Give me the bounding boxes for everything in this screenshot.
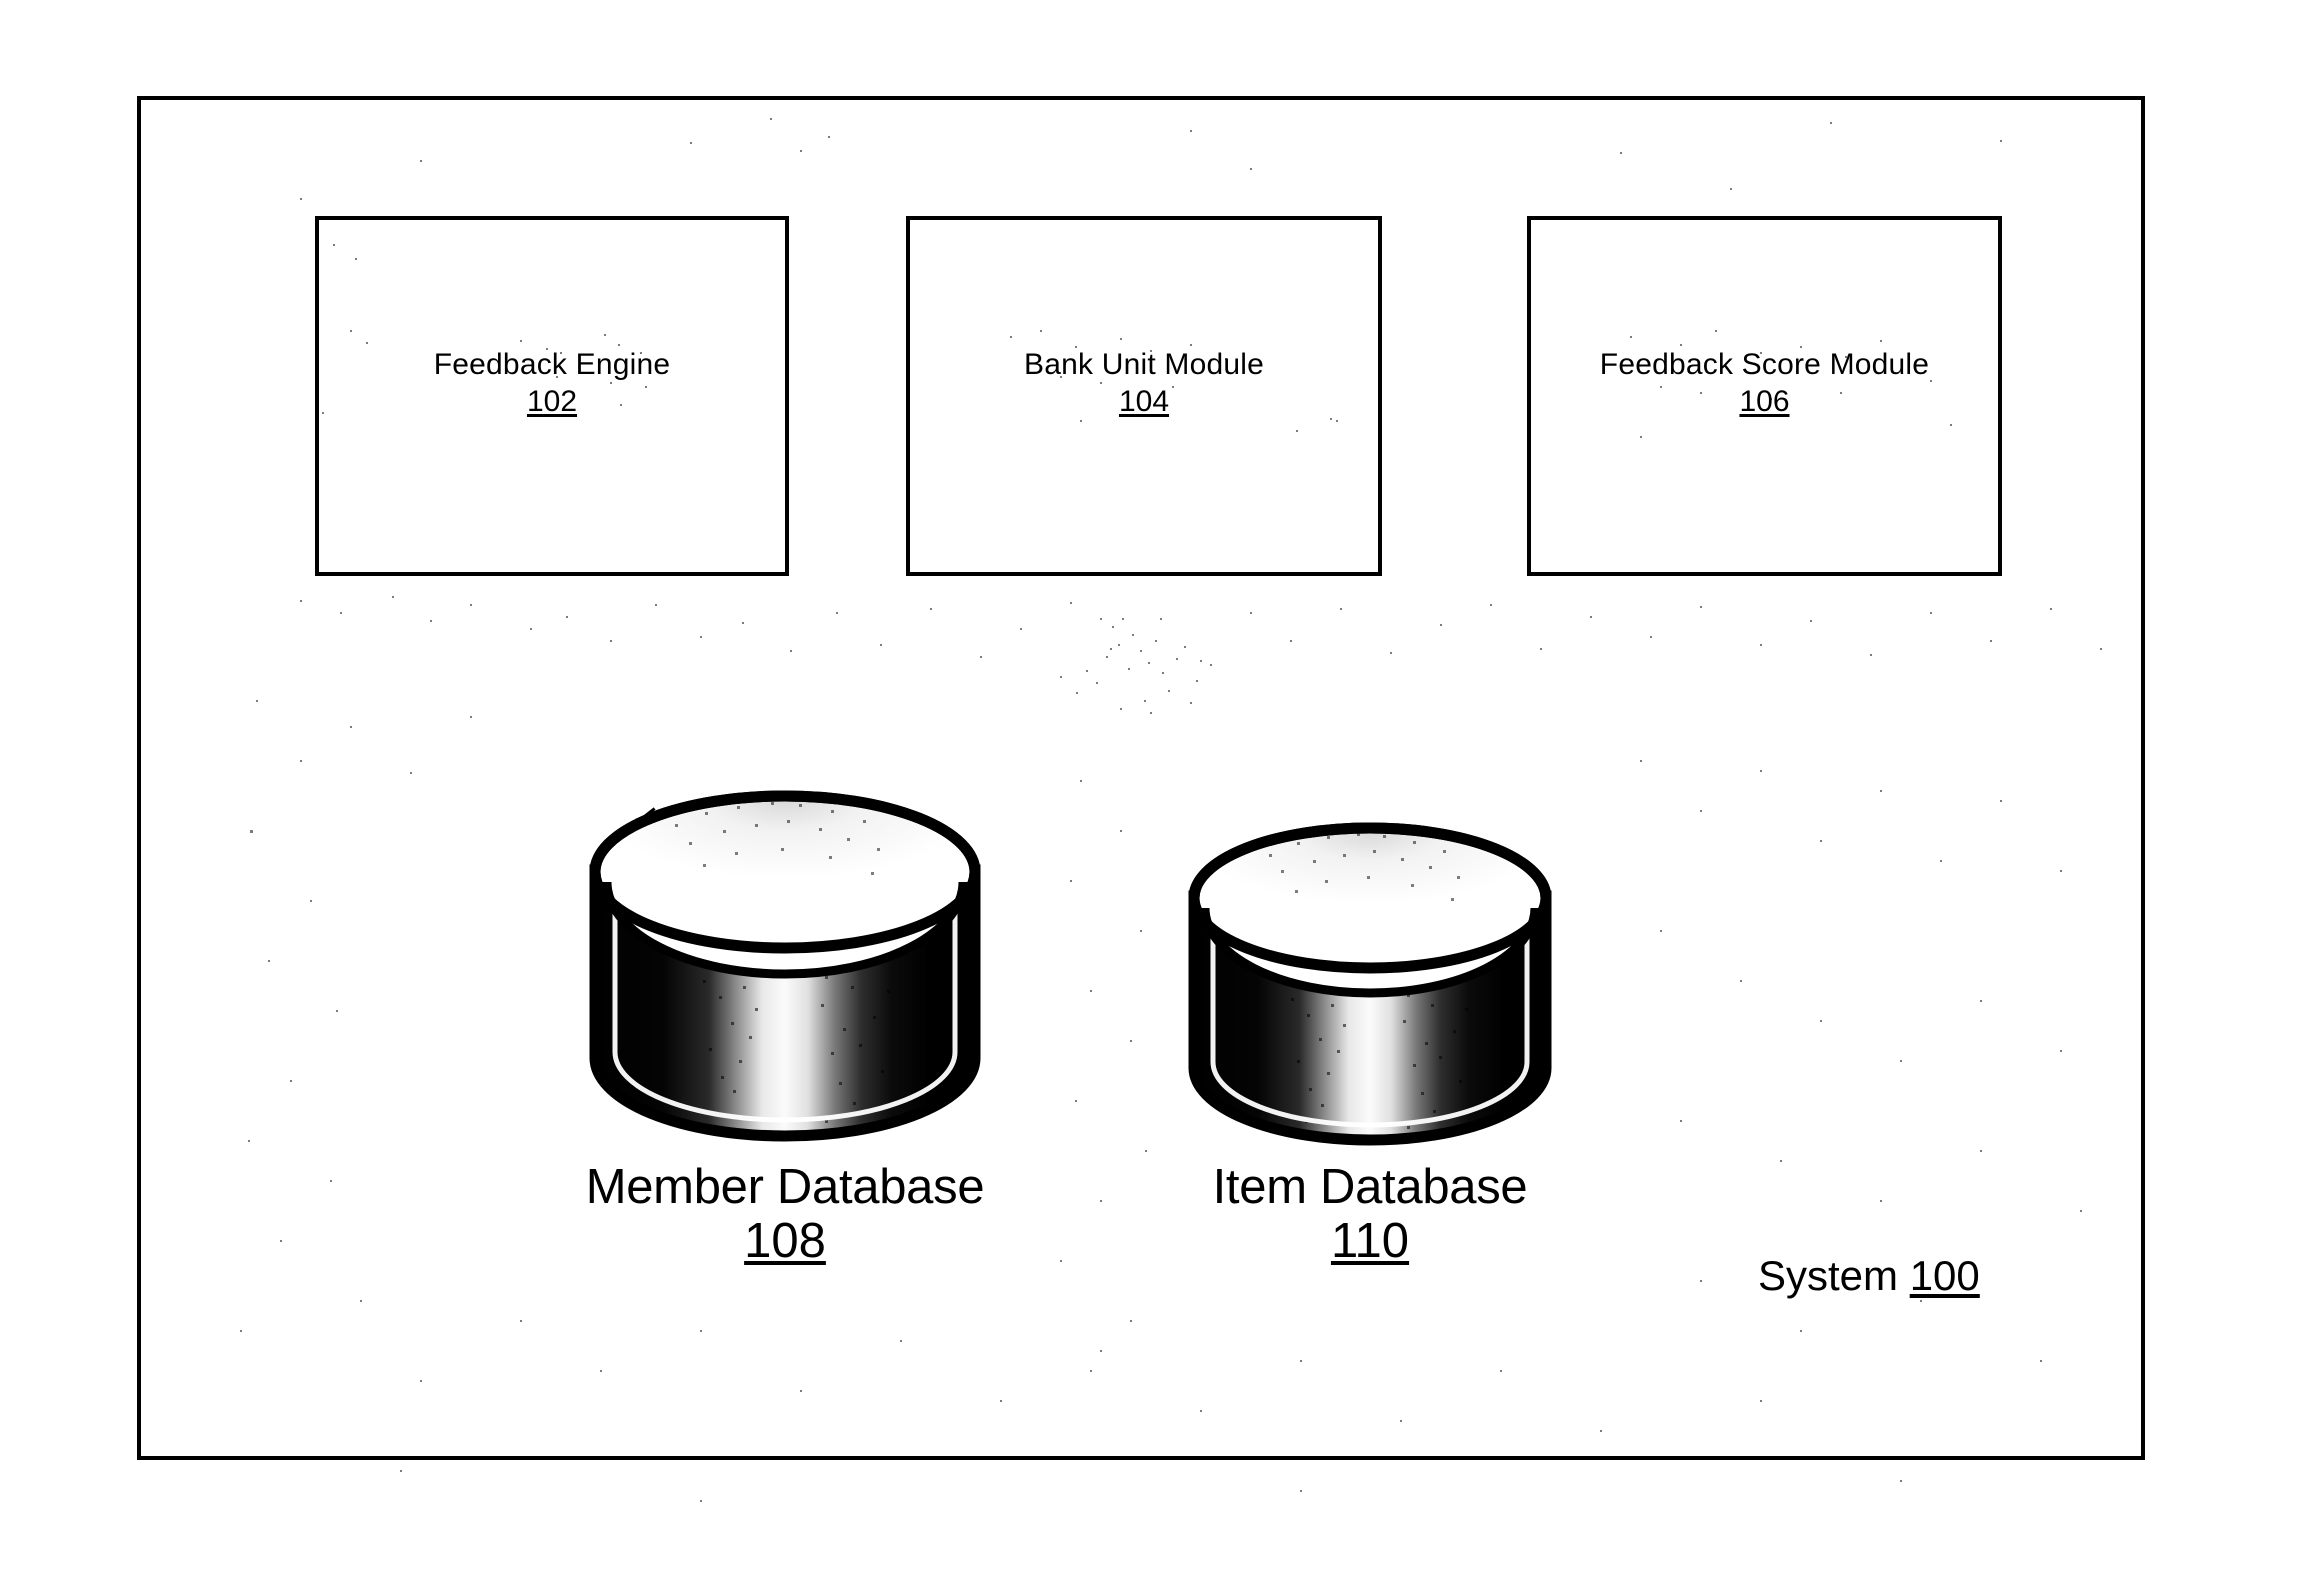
module-reference-numeral: 106 (1739, 385, 1790, 418)
system-caption-label: System (1758, 1252, 1910, 1299)
database-cylinder-icon (1188, 822, 1552, 1146)
system-reference-numeral: 100 (1909, 1252, 1980, 1299)
diagram-page: Feedback Engine 102 Bank Unit Module 104… (0, 0, 2297, 1572)
database-label: Item Database 110 (1185, 1160, 1555, 1269)
database-member[interactable]: Member Database 108 (585, 790, 985, 1310)
module-reference-numeral: 102 (526, 385, 578, 418)
system-caption: System 100 (1758, 1255, 1980, 1297)
database-title: Member Database (585, 1160, 985, 1214)
database-label: Member Database 108 (585, 1160, 985, 1269)
database-item[interactable]: Item Database 110 (1185, 822, 1555, 1312)
module-box-feedback-score-module[interactable]: Feedback Score Module 106 (1527, 216, 2002, 576)
module-title: Feedback Score Module (1599, 347, 1930, 381)
module-box-text-block: Feedback Score Module 106 (1600, 347, 1929, 420)
database-reference-numeral: 108 (744, 1213, 826, 1268)
database-title: Item Database (1212, 1160, 1528, 1214)
database-cylinder-icon (589, 790, 981, 1142)
database-reference-numeral: 110 (1330, 1213, 1410, 1268)
module-box-text-block: Feedback Engine 102 (434, 347, 671, 420)
module-reference-numeral: 104 (1118, 385, 1170, 418)
module-box-feedback-engine[interactable]: Feedback Engine 102 (315, 216, 789, 576)
module-title: Bank Unit Module (1024, 347, 1264, 381)
module-box-bank-unit-module[interactable]: Bank Unit Module 104 (906, 216, 1382, 576)
module-title: Feedback Engine (433, 347, 671, 381)
module-box-text-block: Bank Unit Module 104 (1024, 347, 1264, 420)
